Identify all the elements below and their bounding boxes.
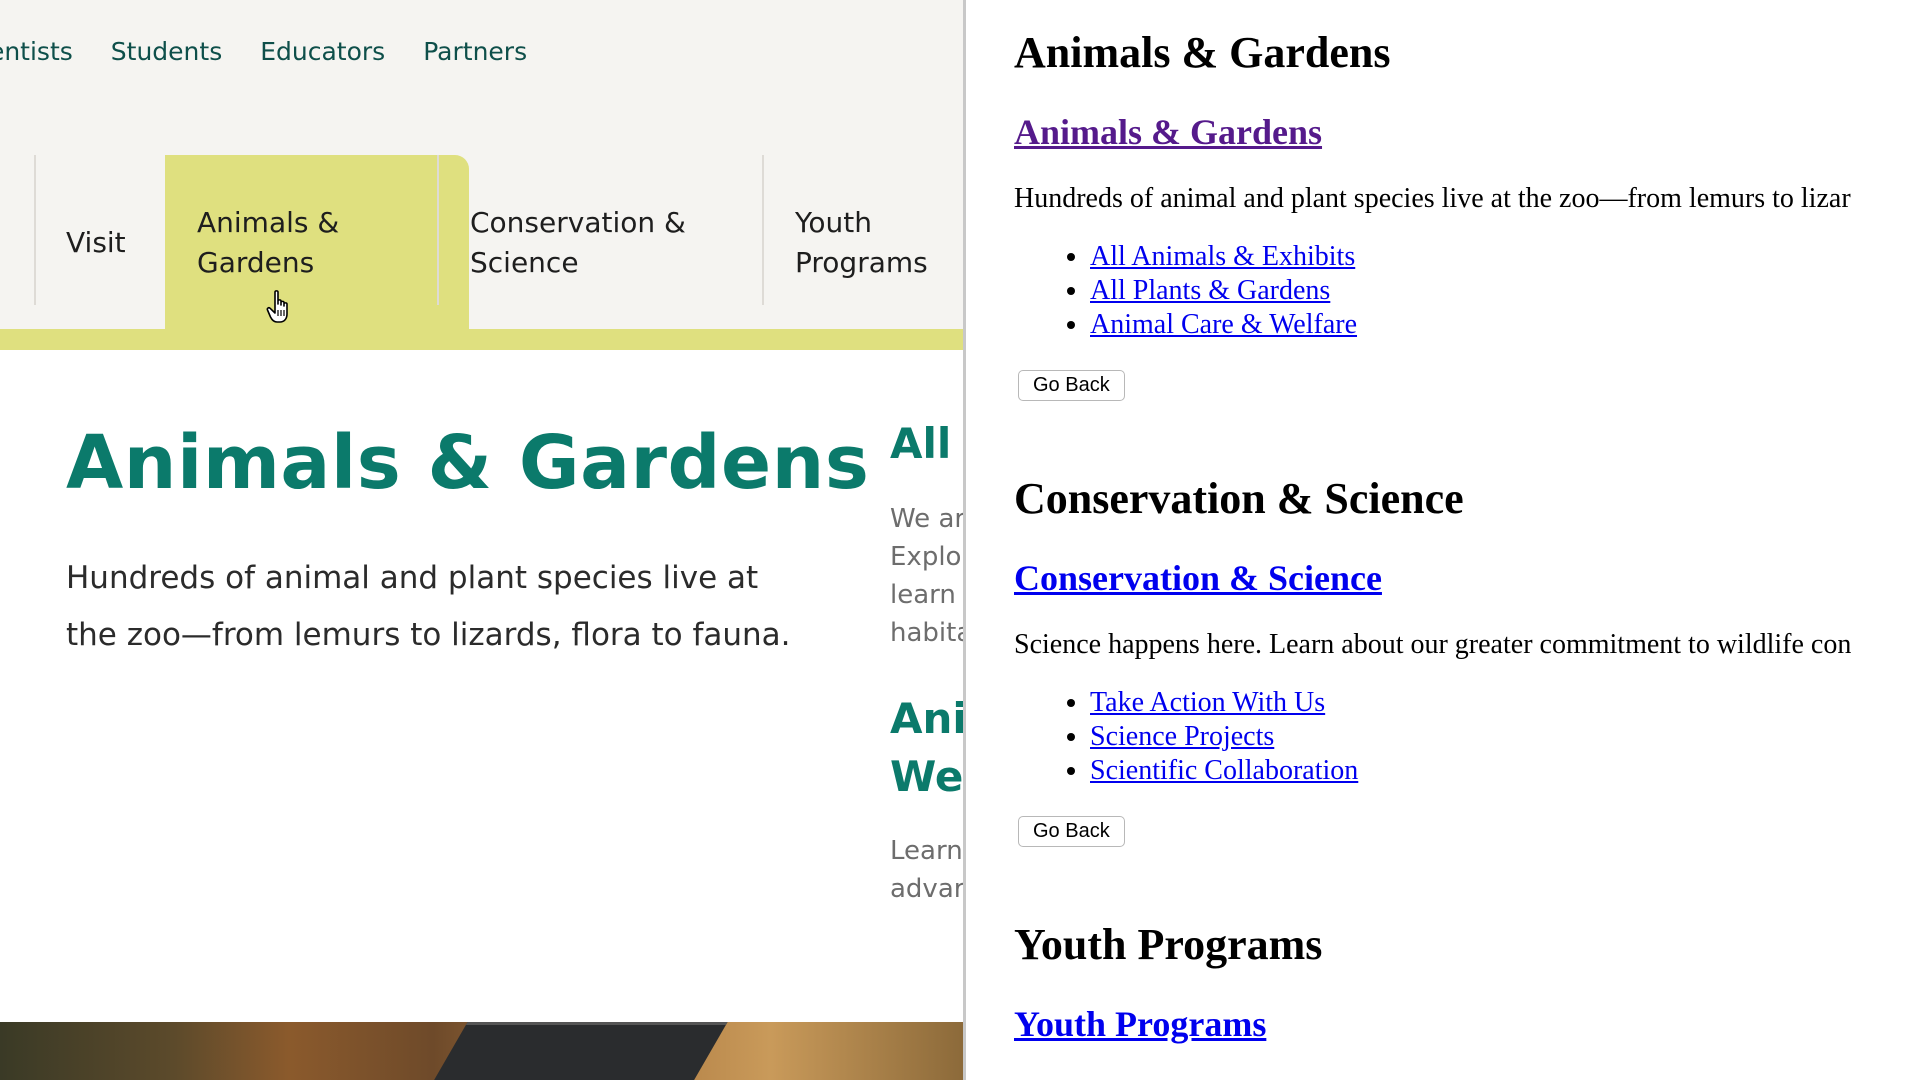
main-nav: Visit Animals & Gardens Conservation & S… [0,155,963,330]
nav-divider [437,155,439,305]
nav-item-animals-gardens[interactable]: Animals & Gardens [165,155,469,330]
utility-nav: ientists Students Educators Partners [0,37,565,66]
link-animal-care-welfare[interactable]: Animal Care & Welfare [1090,309,1357,340]
utility-link-educators[interactable]: Educators [260,37,385,66]
utility-link-partners[interactable]: Partners [423,37,527,66]
card-text-all: We ar Explo learn habita [890,504,963,648]
section-link-animals-gardens[interactable]: Animals & Gardens [1014,112,1322,152]
tablet-in-photo [432,1022,728,1080]
list-item: Animal Care & Welfare [1090,308,1357,342]
list-item: All Plants & Gardens [1090,274,1357,308]
section-link-conservation-science[interactable]: Conservation & Science [1014,558,1382,598]
go-back-button[interactable]: Go Back [1018,370,1125,401]
go-back-button[interactable]: Go Back [1018,816,1125,847]
link-scientific-collaboration[interactable]: Scientific Collaboration [1090,755,1358,786]
section-conservation-science: Conservation & Science Conservation & Sc… [1014,471,1920,847]
section-link-heading: Animals & Gardens [1014,111,1322,153]
list-item: Take Action With Us [1090,686,1358,720]
list-item: Science Projects [1090,720,1358,754]
section-link-list: Take Action With Us Science Projects Sci… [1014,686,1358,788]
card-title-all[interactable]: All [890,415,951,473]
section-heading: Youth Programs [1014,920,1323,969]
nav-item-label: Youth Programs [795,205,928,279]
list-item: Scientific Collaboration [1090,754,1358,788]
section-heading: Animals & Gardens [1014,28,1391,77]
unstyled-page-panel: Animals & Gardens Animals & Gardens Hund… [966,0,1920,1080]
list-item: All Animals & Exhibits [1090,240,1357,274]
nav-item-label: Conservation & Science [470,205,686,279]
nav-divider [34,155,36,305]
active-nav-underline [0,329,963,350]
section-link-heading: Conservation & Science [1014,557,1382,599]
section-link-youth-programs[interactable]: Youth Programs [1014,1004,1266,1044]
section-description: Science happens here. Learn about our gr… [1014,629,1852,660]
card-title-animal-welfare[interactable]: Ani We [890,690,963,806]
intro-text: Hundreds of animal and plant species liv… [66,560,791,653]
hand-pointer-cursor-icon [266,290,288,323]
page-title: Animals & Gardens [66,420,870,506]
section-description: Hundreds of animal and plant species liv… [1014,183,1851,214]
link-all-plants-gardens[interactable]: All Plants & Gardens [1090,275,1330,306]
section-heading: Conservation & Science [1014,474,1464,523]
styled-site-panel: ientists Students Educators Partners Vis… [0,0,963,1080]
link-science-projects[interactable]: Science Projects [1090,721,1274,752]
nav-divider [762,155,764,305]
link-all-animals-exhibits[interactable]: All Animals & Exhibits [1090,241,1355,272]
nav-item-label: Visit [66,225,126,259]
section-animals-gardens: Animals & Gardens Animals & Gardens Hund… [1014,25,1920,401]
section-link-list: All Animals & Exhibits All Plants & Gard… [1014,240,1357,342]
nav-item-conservation-science[interactable]: Conservation & Science [470,155,686,330]
section-link-heading: Youth Programs [1014,1003,1266,1045]
utility-link-students[interactable]: Students [111,37,222,66]
nav-item-label: Animals & Gardens [197,205,340,279]
link-take-action[interactable]: Take Action With Us [1090,687,1325,718]
nav-item-visit[interactable]: Visit [66,155,126,330]
site-header: ientists Students Educators Partners Vis… [0,0,963,350]
nav-item-youth-programs[interactable]: Youth Programs [795,155,928,330]
utility-link-scientists[interactable]: ientists [0,37,73,66]
card-text-animal-welfare: Learn advar [890,836,963,904]
section-youth-programs: Youth Programs Youth Programs [1014,917,1920,1044]
